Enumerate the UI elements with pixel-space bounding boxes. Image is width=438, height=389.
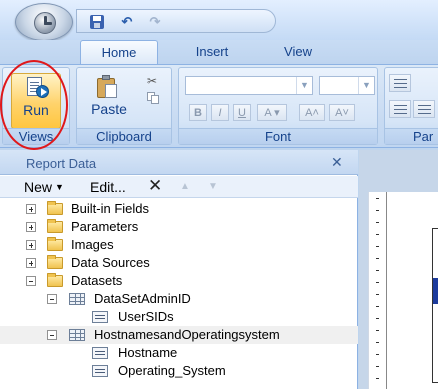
tab-home[interactable]: Home — [80, 40, 158, 64]
tree-item-label: Parameters — [71, 219, 139, 234]
chevron-down-icon[interactable]: ▼ — [296, 77, 312, 94]
tree-item-field-usersids[interactable]: UserSIDs — [0, 308, 358, 326]
title-bar: ↶ ↷ — [0, 0, 438, 41]
font-group: ▼ ▼ B I U A ▾ A˄ A˅ Font — [178, 67, 378, 145]
grow-font-icon[interactable]: A˄ — [299, 104, 325, 121]
paste-button[interactable]: Paste — [83, 73, 135, 129]
report-body-region[interactable] — [432, 228, 438, 383]
copy-icon[interactable] — [147, 92, 161, 104]
dataset-table-icon — [69, 329, 85, 341]
panel-title: Report Data — [26, 156, 97, 171]
chevron-down-icon[interactable]: ▼ — [358, 77, 374, 94]
font-group-label: Font — [179, 128, 377, 144]
tree-item-parameters[interactable]: Parameters — [0, 218, 358, 236]
tree-item-field-hostname[interactable]: Hostname — [0, 344, 358, 362]
field-icon — [92, 365, 108, 377]
tree-item-images[interactable]: Images — [0, 236, 358, 254]
align-left-icon[interactable] — [389, 74, 411, 92]
align-right-icon[interactable] — [413, 100, 435, 118]
report-data-panel: Report Data ✕ New ▼ Edit... ✕ ▲ ▼ Built-i… — [0, 150, 358, 389]
collapse-icon[interactable] — [47, 294, 57, 304]
tree-item-data-sources[interactable]: Data Sources — [0, 254, 358, 272]
close-icon[interactable]: ✕ — [331, 154, 343, 171]
tree-item-label: Datasets — [71, 273, 123, 288]
panel-toolbar: New ▼ Edit... ✕ ▲ ▼ — [0, 176, 358, 198]
tree-item-label: DataSetAdminID — [94, 291, 191, 306]
tree-item-builtin-fields[interactable]: Built-in Fields — [0, 200, 358, 218]
cut-icon[interactable]: ✂ — [147, 74, 157, 88]
dropdown-arrow-icon: ▼ — [55, 182, 64, 192]
underline-icon[interactable]: U — [233, 104, 251, 121]
save-icon[interactable] — [89, 15, 105, 29]
paste-icon — [97, 75, 119, 99]
folder-icon — [47, 237, 63, 251]
shrink-font-icon[interactable]: A˅ — [329, 104, 355, 121]
paste-label: Paste — [91, 101, 127, 117]
run-highlight-annotation — [0, 60, 68, 150]
tree-item-dataset-admin[interactable]: DataSetAdminID — [0, 290, 358, 308]
paragraph-group-label: Par — [385, 128, 438, 144]
dataset-table-icon — [69, 293, 85, 305]
redo-icon[interactable]: ↷ — [147, 15, 163, 29]
expand-icon[interactable] — [26, 240, 36, 250]
italic-icon[interactable]: I — [211, 104, 229, 121]
new-menu-button[interactable]: New ▼ — [24, 179, 64, 195]
folder-icon — [47, 219, 63, 233]
tree-item-label: Data Sources — [71, 255, 150, 270]
tree-item-field-os[interactable]: Operating_System — [0, 362, 358, 380]
edit-button[interactable]: Edit... — [90, 179, 126, 195]
field-icon — [92, 311, 108, 323]
report-selected-band[interactable] — [433, 278, 438, 304]
tree-item-label: Operating_System — [118, 363, 226, 378]
tree-item-label: Hostname — [118, 345, 178, 360]
paragraph-group: Par — [384, 67, 438, 145]
undo-icon[interactable]: ↶ — [119, 15, 135, 29]
new-label: New — [24, 179, 53, 195]
quick-access-toolbar: ↶ ↷ — [76, 9, 276, 33]
align-justify-icon[interactable] — [389, 100, 411, 118]
tab-view[interactable]: View — [270, 40, 326, 64]
tree-item-label: Built-in Fields — [71, 201, 150, 216]
font-size-combo[interactable]: ▼ — [319, 76, 375, 95]
font-name-combo[interactable]: ▼ — [185, 76, 313, 95]
panel-header: Report Data ✕ — [0, 150, 358, 175]
tree-item-datasets[interactable]: Datasets — [0, 272, 358, 290]
tab-insert[interactable]: Insert — [180, 40, 244, 64]
vertical-ruler — [368, 192, 386, 389]
tree-item-label: UserSIDs — [118, 309, 174, 324]
folder-icon — [47, 255, 63, 269]
expand-icon[interactable] — [26, 258, 36, 268]
clipboard-group-label: Clipboard — [77, 128, 171, 144]
move-up-icon[interactable]: ▲ — [180, 181, 190, 192]
font-color-icon[interactable]: A ▾ — [257, 104, 287, 121]
expand-icon[interactable] — [26, 204, 36, 214]
tree-item-label: Images — [71, 237, 114, 252]
office-button[interactable] — [15, 3, 73, 41]
expand-icon[interactable] — [26, 222, 36, 232]
collapse-icon[interactable] — [47, 330, 57, 340]
bold-icon[interactable]: B — [189, 104, 207, 121]
move-down-icon[interactable]: ▼ — [208, 181, 218, 192]
ribbon-tabs: Home Insert View — [0, 40, 438, 64]
clipboard-group: Paste ✂ Clipboard — [76, 67, 172, 145]
open-folder-icon — [47, 273, 63, 287]
folder-icon — [47, 201, 63, 215]
tree-item-dataset-hosts[interactable]: HostnamesandOperatingsystem — [0, 326, 358, 344]
delete-icon[interactable]: ✕ — [148, 176, 162, 196]
office-logo-icon — [34, 12, 56, 34]
tree-item-label: HostnamesandOperatingsystem — [94, 327, 280, 342]
collapse-icon[interactable] — [26, 276, 36, 286]
report-page[interactable] — [386, 192, 438, 389]
field-icon — [92, 347, 108, 359]
